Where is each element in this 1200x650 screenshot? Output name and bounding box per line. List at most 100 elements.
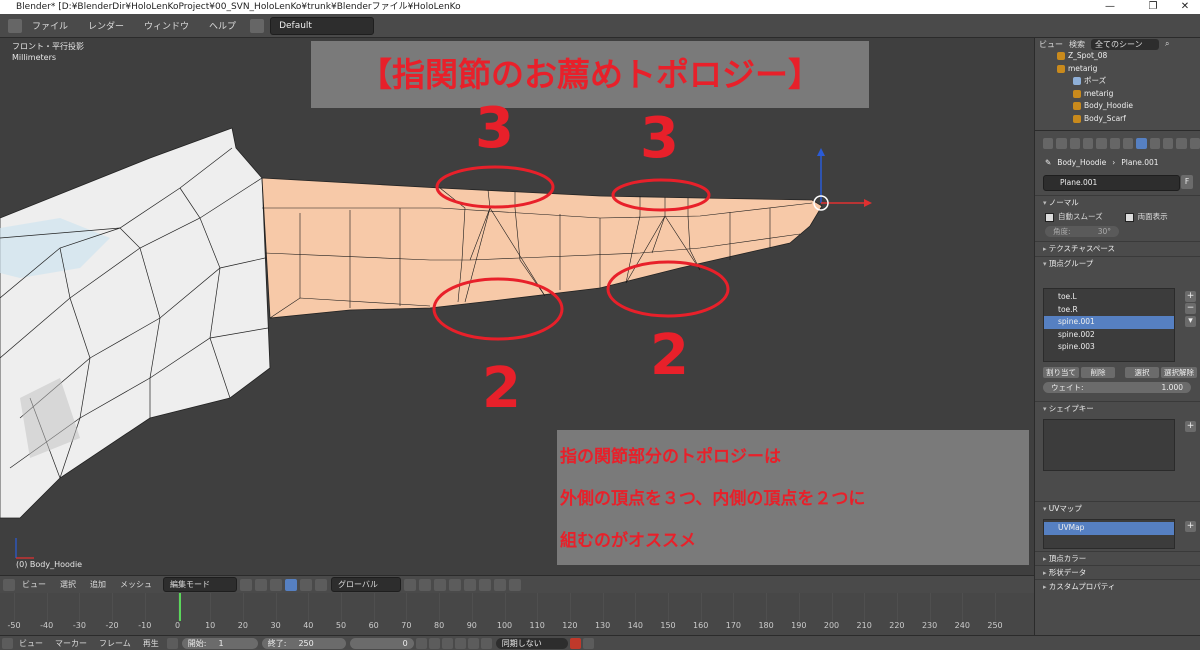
maximize-button[interactable]: ❐ bbox=[1138, 0, 1168, 14]
weight-field[interactable]: ウェイト: 1.000 bbox=[1043, 382, 1191, 393]
mesh-name-field[interactable]: Plane.001 F bbox=[1043, 175, 1193, 191]
uv-maps-header[interactable]: UVマップ bbox=[1035, 501, 1200, 516]
add-shape-key-icon[interactable]: + bbox=[1185, 421, 1196, 432]
normals-header[interactable]: ノーマル bbox=[1035, 195, 1200, 210]
remove-vertex-group-icon[interactable]: − bbox=[1185, 303, 1196, 314]
current-frame-field[interactable]: 0 bbox=[349, 637, 414, 649]
custom-properties-header[interactable]: カスタムプロパティ bbox=[1035, 579, 1200, 594]
outliner-view-menu[interactable]: ビュー bbox=[1039, 39, 1063, 50]
layers-tab-icon[interactable] bbox=[1056, 137, 1067, 149]
outliner-search-menu[interactable]: 検索 bbox=[1069, 39, 1085, 50]
sync-select[interactable]: 同期しない bbox=[495, 637, 568, 649]
vertex-group-item[interactable]: spine.003 bbox=[1044, 341, 1174, 354]
vertex-group-list[interactable]: toe.L toe.R spine.001 spine.002 spine.003 bbox=[1043, 288, 1175, 362]
keying-set-icon[interactable] bbox=[582, 637, 594, 649]
material-tab-icon[interactable] bbox=[1149, 137, 1160, 149]
remove-button[interactable]: 削除 bbox=[1081, 367, 1115, 378]
record-icon[interactable] bbox=[569, 637, 581, 649]
prev-keyframe-icon[interactable] bbox=[428, 637, 440, 649]
add-vertex-group-icon[interactable]: + bbox=[1185, 291, 1196, 302]
jump-start-icon[interactable] bbox=[415, 637, 427, 649]
editor-type-icon[interactable] bbox=[2, 637, 13, 649]
manipulator-icon[interactable] bbox=[270, 578, 282, 591]
layer-icon[interactable] bbox=[404, 578, 416, 591]
vertex-select-icon[interactable] bbox=[419, 578, 431, 591]
menu-frame[interactable]: フレーム bbox=[93, 638, 137, 649]
shape-key-list[interactable] bbox=[1043, 419, 1175, 471]
assign-button[interactable]: 割り当て bbox=[1043, 367, 1079, 378]
geometry-data-header[interactable]: 形状データ bbox=[1035, 565, 1200, 580]
orientation-select[interactable]: グローバル bbox=[331, 577, 401, 592]
menu-playback[interactable]: 再生 bbox=[137, 638, 165, 649]
timeline[interactable]: -50 -40 -30 -20 -10 0 10 20 30 40 50 60 70 80 90 100 110… bbox=[0, 593, 1034, 635]
constraints-tab-icon[interactable] bbox=[1109, 137, 1120, 149]
vertex-group-menu-icon[interactable]: ▾ bbox=[1185, 316, 1196, 327]
fake-user-button[interactable]: F bbox=[1181, 175, 1193, 189]
vertex-group-item[interactable]: spine.001 bbox=[1044, 316, 1174, 329]
uv-map-list[interactable]: UVMap bbox=[1043, 519, 1175, 549]
deselect-button[interactable]: 選択解除 bbox=[1161, 367, 1197, 378]
end-frame-field[interactable]: 終了: 250 bbox=[261, 637, 346, 649]
vertex-group-item[interactable]: toe.L bbox=[1044, 291, 1174, 304]
outliner-item[interactable]: ポーズ bbox=[1035, 75, 1200, 88]
physics-tab-icon[interactable] bbox=[1189, 137, 1200, 149]
vertex-group-item[interactable]: spine.002 bbox=[1044, 329, 1174, 342]
menu-marker[interactable]: マーカー bbox=[49, 638, 93, 649]
vertex-groups-header[interactable]: 頂点グループ bbox=[1035, 256, 1200, 271]
uv-map-item[interactable]: UVMap bbox=[1044, 522, 1174, 535]
next-keyframe-icon[interactable] bbox=[467, 637, 479, 649]
menu-view[interactable]: ビュー bbox=[13, 638, 49, 649]
vertex-group-item[interactable]: toe.R bbox=[1044, 304, 1174, 317]
outliner-item[interactable]: Body_Scarf bbox=[1035, 113, 1200, 126]
snap-target-icon[interactable] bbox=[494, 578, 506, 591]
start-frame-field[interactable]: 開始: 1 bbox=[181, 637, 258, 649]
particles-tab-icon[interactable] bbox=[1176, 137, 1187, 149]
texture-tab-icon[interactable] bbox=[1162, 137, 1174, 149]
editor-type-icon[interactable] bbox=[3, 578, 15, 591]
screen-layout-icon[interactable] bbox=[250, 18, 265, 33]
outliner-item[interactable]: metarig bbox=[1035, 88, 1200, 101]
object-tab-icon[interactable] bbox=[1096, 137, 1107, 149]
range-icon[interactable] bbox=[166, 637, 178, 649]
double-sided-checkbox[interactable]: 両面表示 bbox=[1124, 210, 1168, 224]
proportional-edit-icon[interactable] bbox=[464, 578, 476, 591]
menu-help[interactable]: ヘルプ bbox=[199, 19, 246, 32]
menu-render[interactable]: レンダー bbox=[78, 19, 134, 32]
world-tab-icon[interactable] bbox=[1082, 137, 1094, 149]
outliner-item[interactable]: metarig bbox=[1035, 63, 1200, 76]
vertex-colors-header[interactable]: 頂点カラー bbox=[1035, 551, 1200, 566]
menu-window[interactable]: ウィンドウ bbox=[134, 19, 199, 32]
menu-file[interactable]: ファイル bbox=[22, 19, 78, 32]
add-uv-map-icon[interactable]: + bbox=[1185, 521, 1196, 532]
menu-mesh[interactable]: メッシュ bbox=[113, 579, 159, 590]
menu-add[interactable]: 追加 bbox=[83, 579, 113, 590]
modifiers-tab-icon[interactable] bbox=[1122, 137, 1134, 149]
shape-keys-header[interactable]: シェイプキー bbox=[1035, 401, 1200, 416]
mode-select[interactable]: 編集モード bbox=[163, 577, 237, 592]
scale-icon[interactable] bbox=[315, 578, 327, 591]
pivot-icon[interactable] bbox=[255, 578, 267, 591]
scene-tab-icon[interactable] bbox=[1069, 137, 1080, 149]
render-tab-icon[interactable] bbox=[1043, 137, 1054, 149]
close-button[interactable]: ✕ bbox=[1170, 0, 1200, 14]
menu-view[interactable]: ビュー bbox=[15, 579, 53, 590]
texture-space-header[interactable]: テクスチャスペース bbox=[1035, 241, 1200, 256]
screen-layout-select[interactable]: Default bbox=[270, 16, 375, 35]
frame-cursor[interactable] bbox=[179, 593, 181, 621]
minimize-button[interactable]: — bbox=[1095, 0, 1125, 14]
auto-smooth-checkbox[interactable]: 自動スムーズ bbox=[1045, 210, 1103, 224]
angle-field[interactable]: 角度: 30° bbox=[1045, 226, 1119, 237]
menu-select[interactable]: 選択 bbox=[53, 579, 83, 590]
pin-icon[interactable]: ✎ bbox=[1045, 158, 1051, 167]
snap-icon[interactable] bbox=[479, 578, 491, 591]
render-icon[interactable] bbox=[509, 578, 521, 591]
jump-end-icon[interactable] bbox=[480, 637, 492, 649]
info-editor-icon[interactable] bbox=[8, 18, 22, 33]
search-icon[interactable]: ⌕ bbox=[1165, 39, 1169, 49]
translate-icon[interactable] bbox=[285, 578, 297, 591]
mesh-data-tab-icon[interactable] bbox=[1136, 137, 1147, 149]
face-select-icon[interactable] bbox=[449, 578, 461, 591]
3d-viewport[interactable]: フロント・平行投影 Millimeters (0) Body_Hoodie 【指… bbox=[0, 38, 1034, 575]
play-reverse-icon[interactable] bbox=[441, 637, 453, 649]
rotate-icon[interactable] bbox=[300, 578, 312, 591]
